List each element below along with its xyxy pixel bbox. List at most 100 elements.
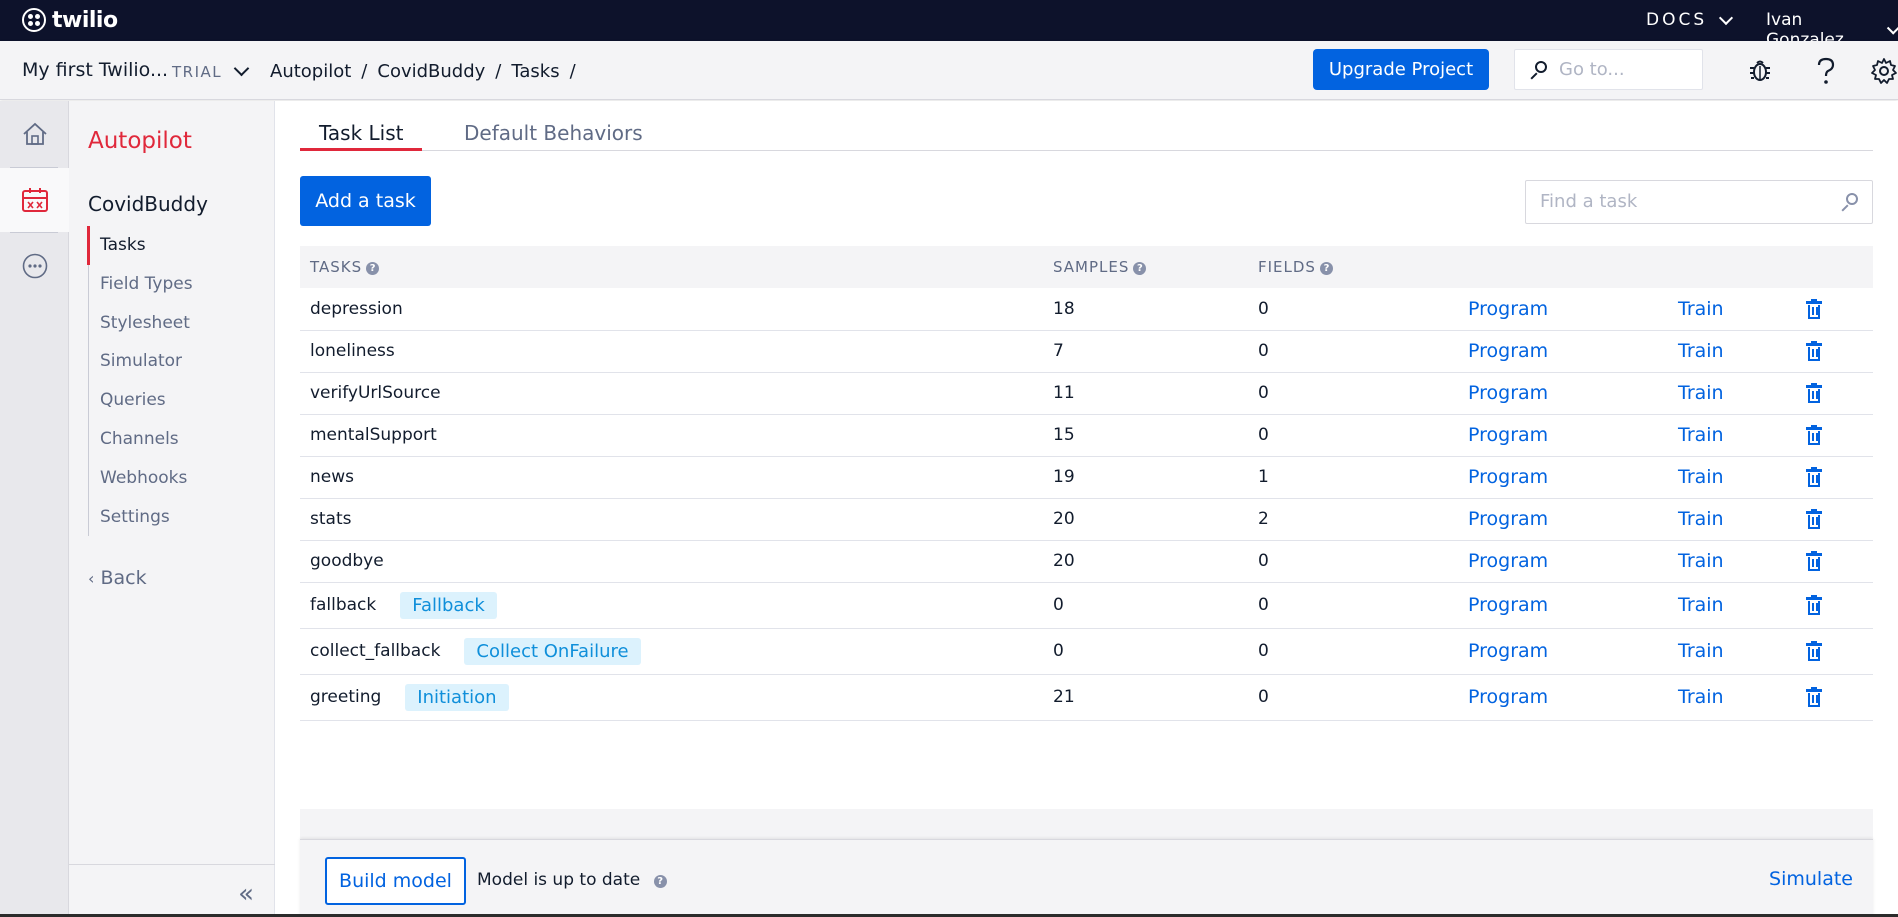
train-link[interactable]: Train	[1678, 640, 1724, 662]
trash-icon[interactable]	[1806, 467, 1822, 487]
tab-task-list[interactable]: Task List	[300, 121, 423, 151]
task-name-cell: verifyUrlSource	[300, 372, 1043, 414]
tab-default-behaviors[interactable]: Default Behaviors	[464, 121, 643, 151]
trash-icon[interactable]	[1806, 383, 1822, 403]
sidebar-item-channels[interactable]: Channels	[89, 420, 259, 459]
program-link[interactable]: Program	[1468, 594, 1548, 616]
task-name[interactable]: depression	[310, 299, 403, 319]
task-name-cell: goodbye	[300, 540, 1043, 582]
program-link[interactable]: Program	[1468, 508, 1548, 530]
twilio-logo[interactable]: twilio	[22, 8, 118, 33]
samples-cell: 11	[1053, 383, 1075, 403]
train-link[interactable]: Train	[1678, 466, 1724, 488]
sidebar-item-simulator[interactable]: Simulator	[89, 342, 259, 381]
task-name-cell: depression	[300, 288, 1043, 330]
train-link[interactable]: Train	[1678, 508, 1724, 530]
goto-search-box[interactable]	[1514, 49, 1703, 90]
sidebar-item-webhooks[interactable]: Webhooks	[89, 459, 259, 498]
train-link[interactable]: Train	[1678, 594, 1724, 616]
help-icon[interactable]: ?	[1133, 262, 1147, 275]
trial-badge: TRIAL	[172, 63, 223, 81]
trash-icon[interactable]	[1806, 687, 1822, 707]
samples-cell: 0	[1053, 641, 1064, 661]
add-task-button[interactable]: Add a task	[300, 176, 431, 226]
more-icon[interactable]	[0, 233, 69, 299]
train-link[interactable]: Train	[1678, 298, 1724, 320]
gear-icon[interactable]	[1870, 57, 1898, 85]
find-task-input[interactable]	[1540, 191, 1830, 212]
column-header-tasks: TASKS?	[300, 246, 1043, 288]
program-link[interactable]: Program	[1468, 640, 1548, 662]
task-name-cell: news	[300, 456, 1043, 498]
project-name[interactable]: My first Twilio...	[22, 59, 168, 81]
task-name[interactable]: fallback	[310, 595, 376, 615]
collapse-sidebar-icon[interactable]: «	[238, 879, 254, 909]
breadcrumb-tasks[interactable]: Tasks	[511, 61, 559, 82]
breadcrumb-autopilot[interactable]: Autopilot	[270, 61, 351, 82]
program-link[interactable]: Program	[1468, 686, 1548, 708]
main-content: Task List Default Behaviors Add a task T…	[275, 101, 1898, 917]
trash-icon[interactable]	[1806, 509, 1822, 529]
breadcrumb-covidbuddy[interactable]: CovidBuddy	[377, 61, 485, 82]
task-name[interactable]: collect_fallback	[310, 641, 440, 661]
task-name[interactable]: loneliness	[310, 341, 395, 361]
trash-icon[interactable]	[1806, 551, 1822, 571]
program-link[interactable]: Program	[1468, 382, 1548, 404]
task-name[interactable]: greeting	[310, 687, 381, 707]
trash-icon[interactable]	[1806, 641, 1822, 661]
goto-search-input[interactable]	[1559, 59, 1689, 80]
assistant-name[interactable]: CovidBuddy	[88, 192, 208, 216]
program-link[interactable]: Program	[1468, 466, 1548, 488]
fields-cell: 0	[1258, 551, 1269, 571]
sidebar-item-field-types[interactable]: Field Types	[89, 265, 259, 304]
find-task-box[interactable]	[1525, 180, 1873, 224]
train-link[interactable]: Train	[1678, 424, 1724, 446]
task-name-cell: greeting Initiation	[300, 674, 1043, 720]
train-link[interactable]: Train	[1678, 686, 1724, 708]
bug-icon[interactable]	[1746, 57, 1774, 85]
trash-icon[interactable]	[1806, 595, 1822, 615]
project-switcher-chevron-icon[interactable]	[233, 60, 250, 77]
model-status-text: Model is up to date	[477, 870, 641, 890]
help-icon[interactable]: ?	[366, 262, 380, 275]
fields-cell: 0	[1258, 425, 1269, 445]
task-name-cell: fallback Fallback	[300, 582, 1043, 628]
sidebar-title[interactable]: Autopilot	[88, 128, 192, 154]
sidebar-item-stylesheet[interactable]: Stylesheet	[89, 304, 259, 343]
task-name[interactable]: verifyUrlSource	[310, 383, 441, 403]
program-link[interactable]: Program	[1468, 424, 1548, 446]
task-name[interactable]: goodbye	[310, 551, 384, 571]
trash-icon[interactable]	[1806, 425, 1822, 445]
trash-icon[interactable]	[1806, 298, 1822, 319]
task-name[interactable]: mentalSupport	[310, 425, 437, 445]
back-link[interactable]: ‹ Back	[88, 567, 147, 589]
upgrade-project-button[interactable]: Upgrade Project	[1313, 49, 1489, 90]
back-label: Back	[100, 567, 147, 589]
simulate-link[interactable]: Simulate	[1769, 868, 1853, 890]
program-link[interactable]: Program	[1468, 550, 1548, 572]
trash-icon[interactable]	[1806, 341, 1822, 361]
autopilot-icon[interactable]	[0, 168, 69, 232]
sidebar-item-queries[interactable]: Queries	[89, 381, 259, 420]
task-name[interactable]: stats	[310, 509, 351, 529]
train-link[interactable]: Train	[1678, 340, 1724, 362]
docs-menu[interactable]: DOCS	[1646, 10, 1734, 30]
sidebar-item-tasks[interactable]: Tasks	[87, 226, 257, 265]
program-link[interactable]: Program	[1468, 298, 1548, 320]
train-link[interactable]: Train	[1678, 550, 1724, 572]
sidebar-item-settings[interactable]: Settings	[89, 498, 259, 537]
help-icon[interactable]	[1812, 57, 1840, 85]
search-icon	[1529, 61, 1547, 80]
build-model-button[interactable]: Build model	[325, 857, 466, 905]
train-link[interactable]: Train	[1678, 382, 1724, 404]
chevron-down-icon	[1886, 20, 1898, 35]
task-name[interactable]: news	[310, 467, 354, 487]
task-badge: Collect OnFailure	[464, 637, 641, 665]
fields-cell: 0	[1258, 595, 1269, 615]
home-icon[interactable]	[0, 101, 69, 167]
program-link[interactable]: Program	[1468, 340, 1548, 362]
task-name-cell: mentalSupport	[300, 414, 1043, 456]
help-icon[interactable]: ?	[1319, 262, 1333, 275]
table-row: stats 20 2 Program Train	[300, 498, 1873, 540]
help-icon[interactable]: ?	[653, 875, 667, 888]
